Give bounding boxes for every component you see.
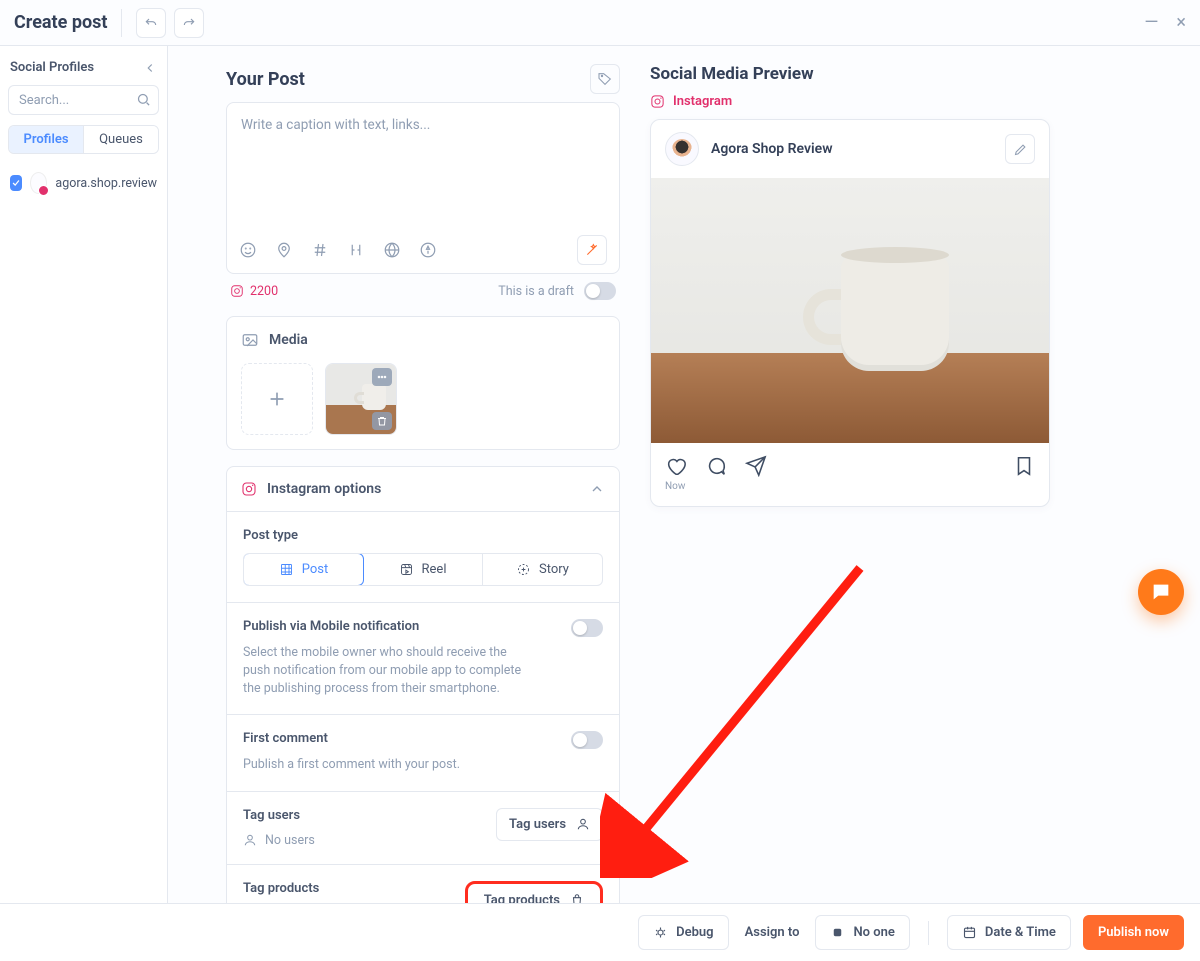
share-icon[interactable] — [745, 455, 767, 477]
tag-toggle-button[interactable] — [590, 64, 620, 94]
mobile-toggle[interactable] — [571, 619, 603, 637]
preview-account: Agora Shop Review — [711, 141, 833, 157]
minimize-icon[interactable]: — — [1144, 14, 1158, 32]
mobile-title: Publish via Mobile notification — [243, 619, 533, 634]
datetime-button[interactable]: Date & Time — [947, 915, 1071, 950]
sidebar: Social Profiles Profiles Queues agora.sh… — [0, 46, 168, 903]
tag-users-title: Tag users — [243, 808, 315, 823]
undo-button[interactable] — [136, 8, 166, 38]
caption-card — [226, 102, 620, 274]
link-template-icon[interactable] — [347, 241, 365, 259]
profile-name: agora.shop.review — [55, 176, 157, 191]
char-count: 2200 — [250, 284, 278, 299]
ai-magic-button[interactable] — [577, 235, 607, 265]
user-icon — [243, 833, 257, 847]
preview-title: Social Media Preview — [650, 64, 1050, 84]
media-section: Media — [226, 316, 620, 450]
emoji-icon[interactable] — [239, 241, 257, 259]
media-delete-button[interactable] — [372, 412, 392, 430]
hashtag-icon[interactable] — [311, 241, 329, 259]
media-thumbnail[interactable] — [325, 363, 397, 435]
preview-avatar — [665, 132, 699, 166]
publish-button[interactable]: Publish now — [1083, 915, 1184, 950]
instagram-options: Instagram options Post type Post Reel — [226, 466, 620, 903]
chevron-up-icon — [589, 481, 605, 497]
draft-toggle[interactable] — [584, 282, 616, 300]
bookmark-icon[interactable] — [1013, 455, 1035, 477]
location-icon[interactable] — [275, 241, 293, 259]
your-post-title: Your Post — [226, 69, 305, 90]
post-type-story[interactable]: Story — [483, 554, 602, 585]
tag-users-none: No users — [265, 833, 315, 848]
comment-icon[interactable] — [705, 455, 727, 477]
assignee-button[interactable]: No one — [815, 915, 909, 950]
instagram-icon — [241, 481, 257, 497]
tab-queues[interactable]: Queues — [84, 126, 158, 153]
tag-products-button[interactable]: Tag products — [465, 881, 603, 904]
media-icon — [241, 331, 259, 349]
post-type-label: Post type — [243, 528, 603, 543]
pin-icon[interactable] — [419, 241, 437, 259]
profile-row[interactable]: agora.shop.review — [8, 172, 159, 194]
post-type-reel[interactable]: Reel — [363, 554, 483, 585]
user-icon — [576, 817, 590, 831]
preview-edit-button[interactable] — [1005, 134, 1035, 164]
tag-users-button[interactable]: Tag users — [496, 808, 603, 841]
app-header: Create post — × — [0, 0, 1200, 46]
preview-time: Now — [651, 481, 1049, 506]
footer: Debug Assign to No one Date & Time Publi… — [0, 903, 1200, 961]
page-title: Create post — [14, 12, 107, 33]
add-media-button[interactable] — [241, 363, 313, 435]
tab-profiles[interactable]: Profiles — [9, 126, 84, 153]
chevron-left-icon[interactable] — [143, 61, 157, 75]
debug-button[interactable]: Debug — [638, 915, 728, 950]
bag-icon — [570, 893, 584, 903]
profile-checkbox[interactable] — [10, 175, 22, 191]
first-comment-toggle[interactable] — [571, 731, 603, 749]
preview-network: Instagram — [673, 94, 732, 109]
media-more-button[interactable] — [372, 368, 392, 386]
caption-input[interactable] — [227, 103, 619, 223]
instagram-badge-icon — [38, 185, 49, 196]
first-comment-title: First comment — [243, 731, 460, 746]
ig-options-title: Instagram options — [267, 481, 381, 497]
caption-toolbar — [227, 227, 619, 273]
post-type-post[interactable]: Post — [243, 553, 364, 586]
instagram-icon — [230, 284, 244, 298]
divider — [928, 921, 929, 945]
ig-options-header[interactable]: Instagram options — [227, 467, 619, 511]
profile-avatar — [30, 172, 47, 194]
divider — [121, 9, 122, 37]
globe-icon[interactable] — [383, 241, 401, 259]
draft-label: This is a draft — [498, 284, 574, 299]
sidebar-tabs: Profiles Queues — [8, 125, 159, 154]
assign-label: Assign to — [745, 925, 800, 940]
tag-products-title: Tag products — [243, 881, 333, 896]
instagram-icon — [650, 94, 665, 109]
heart-icon[interactable] — [665, 455, 687, 477]
preview-image — [651, 178, 1049, 443]
search-icon — [136, 92, 151, 107]
mobile-help: Select the mobile owner who should recei… — [243, 644, 533, 698]
media-title: Media — [269, 332, 308, 348]
close-icon[interactable]: × — [1176, 14, 1186, 32]
post-type-segment: Post Reel Story — [243, 553, 603, 586]
redo-button[interactable] — [174, 8, 204, 38]
sidebar-title: Social Profiles — [10, 60, 94, 75]
preview-card: Agora Shop Review Now — [650, 119, 1050, 507]
first-comment-help: Publish a first comment with your post. — [243, 756, 460, 774]
chat-fab[interactable] — [1138, 569, 1184, 615]
